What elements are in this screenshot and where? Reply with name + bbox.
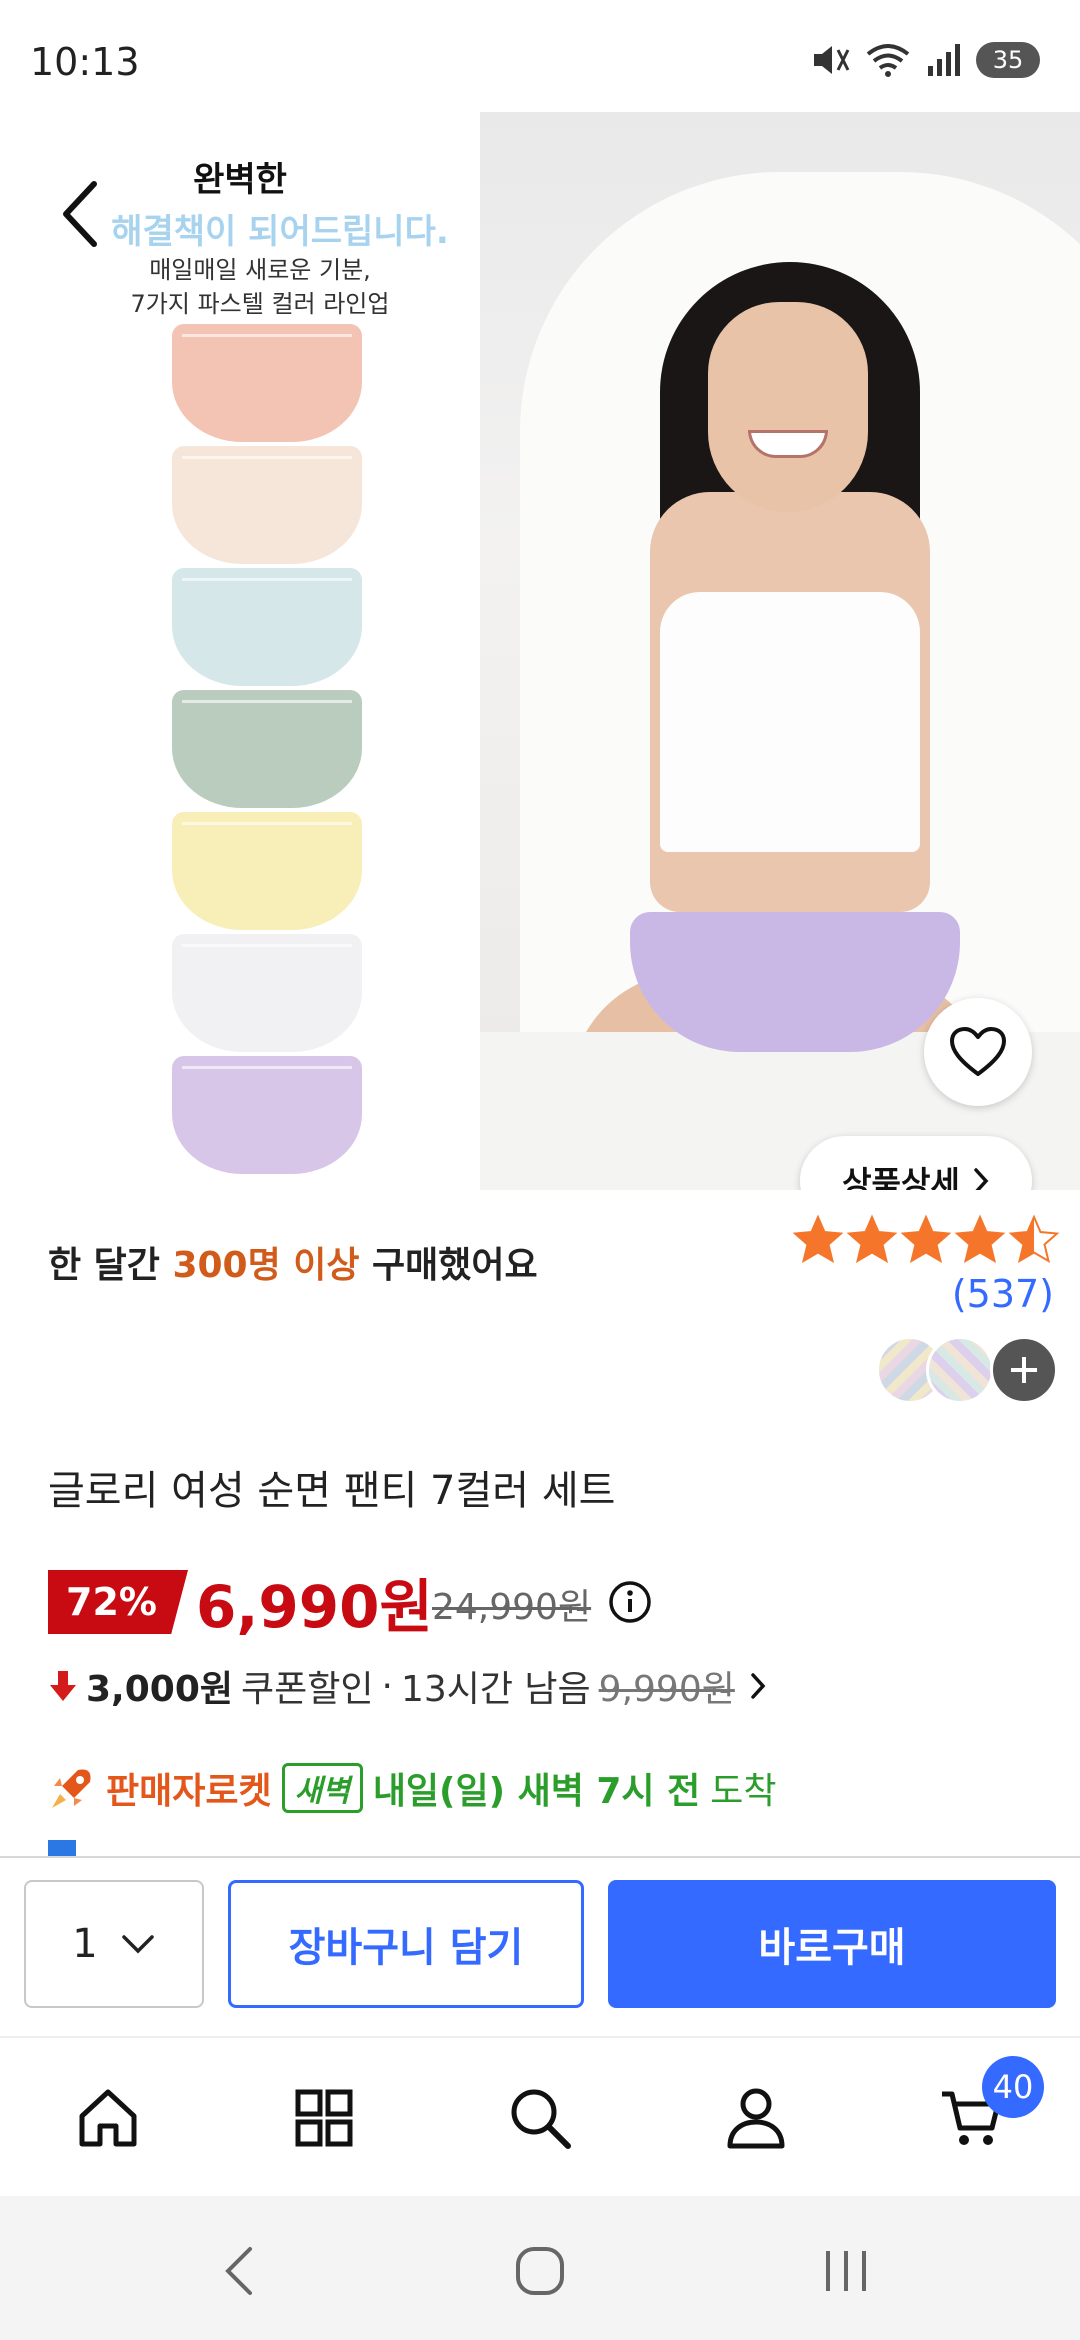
heart-icon — [950, 1027, 1006, 1076]
down-arrow-icon — [50, 1671, 76, 1701]
grid-icon — [295, 2089, 353, 2147]
sale-price: 6,990원 — [196, 1573, 433, 1641]
panty-swatch — [172, 324, 362, 442]
promo-line-1: 매일매일 새로운 기분, — [149, 256, 371, 284]
quantity-value: 1 — [72, 1921, 98, 1967]
original-price: 24,990원 — [432, 1587, 592, 1628]
product-image-carousel[interactable]: 완벽한 해결책이 되어드립니다. 매일매일 새로운 기분, 7가지 파스텔 컬러… — [0, 112, 1080, 1190]
tab-categories[interactable] — [284, 2078, 364, 2158]
quantity-select[interactable]: 1 — [24, 1880, 204, 2008]
home-circle-icon — [516, 2247, 564, 2295]
product-detail-button[interactable]: 상품상세 — [800, 1136, 1032, 1190]
price-info-button[interactable] — [608, 1580, 652, 1628]
star-icon — [792, 1214, 844, 1264]
home-icon — [79, 2089, 137, 2147]
purchase-suffix: 구매했어요 — [359, 1245, 538, 1286]
purchase-highlight: 300명 이상 — [172, 1245, 360, 1286]
user-icon — [727, 2088, 785, 2149]
purchase-count-text: 한 달간 300명 이상 구매했어요 — [48, 1236, 538, 1288]
panty-swatch — [172, 568, 362, 686]
battery-indicator: 35 — [976, 42, 1040, 78]
promo-panel: 완벽한 해결책이 되어드립니다. 매일매일 새로운 기분, 7가지 파스텔 컬러… — [0, 112, 480, 1190]
chevron-right-icon — [751, 1673, 766, 1699]
star-icon — [846, 1214, 898, 1264]
system-back-button[interactable] — [200, 2236, 280, 2306]
star-icon — [1008, 1214, 1060, 1264]
tab-search[interactable] — [500, 2078, 580, 2158]
coupon-price-before: 9,990원 — [598, 1669, 735, 1710]
system-navigation-bar — [0, 2196, 1080, 2340]
promo-subtitle: 해결책이 되어드립니다. — [111, 212, 449, 252]
delivery-row: 판매자로켓 새벽 내일(일) 새벽 7시 전 도착 — [48, 1762, 776, 1814]
discount-badge: 72% — [48, 1570, 188, 1634]
arrival-time: 내일(일) 새벽 7시 전 — [372, 1771, 701, 1812]
review-thumbnail[interactable] — [926, 1336, 994, 1404]
add-to-cart-button[interactable]: 장바구니 담기 — [228, 1880, 584, 2008]
status-bar: 10:13 35 — [0, 0, 1080, 120]
arrival-suffix: 도착 — [710, 1771, 777, 1812]
rocket-icon — [52, 1769, 91, 1808]
tank-top-shape — [660, 592, 920, 852]
lavender-panty-shape — [630, 912, 960, 1052]
info-icon — [609, 1581, 651, 1623]
shipping-info-peek — [48, 1838, 1048, 1858]
panty-swatch — [172, 446, 362, 564]
more-photos-button[interactable] — [990, 1336, 1058, 1404]
wishlist-button[interactable] — [924, 998, 1032, 1106]
purchase-prefix: 한 달간 — [48, 1245, 173, 1286]
panty-swatch — [172, 934, 362, 1052]
panty-swatch — [172, 1056, 362, 1174]
purchase-action-bar: 1 장바구니 담기 바로구매 — [0, 1856, 1080, 2036]
product-detail-label: 상품상세 — [842, 1164, 960, 1190]
star-icon — [900, 1214, 952, 1264]
rating-stars[interactable] — [792, 1214, 1060, 1266]
promo-line-2: 7가지 파스텔 컬러 라인업 — [130, 290, 390, 318]
chevron-left-icon — [63, 181, 97, 247]
star-icon — [954, 1214, 1006, 1264]
recents-icon — [826, 2251, 866, 2291]
coupon-label: 쿠폰할인 — [241, 1669, 374, 1710]
dawn-delivery-badge: 새벽 — [281, 1763, 363, 1813]
system-recents-button[interactable] — [806, 2236, 886, 2306]
signal-icon — [928, 44, 960, 76]
coupon-separator: · — [381, 1665, 393, 1707]
mute-icon — [814, 46, 850, 74]
coupon-time-left: 13시간 남음 — [400, 1669, 591, 1710]
panty-swatch — [172, 690, 362, 808]
seller-rocket-label: 판매자로켓 — [106, 1771, 272, 1812]
review-count-link[interactable]: (537) — [952, 1272, 1054, 1316]
chevron-down-icon — [121, 1935, 154, 1954]
back-button[interactable] — [56, 174, 106, 254]
buy-now-button[interactable]: 바로구매 — [608, 1880, 1056, 2008]
search-icon — [511, 2089, 571, 2149]
product-title: 글로리 여성 순면 팬티 7컬러 세트 — [48, 1468, 616, 1514]
system-home-button[interactable] — [500, 2236, 580, 2306]
bottom-tab-bar — [0, 2036, 1080, 2196]
tab-my-page[interactable] — [716, 2078, 796, 2158]
status-icons: 35 — [810, 42, 1040, 78]
coupon-discount-row[interactable]: 3,000원 쿠폰할인 · 13시간 남음 9,990원 — [48, 1660, 773, 1712]
back-icon — [225, 2247, 252, 2295]
chevron-right-icon — [974, 1168, 989, 1190]
coupon-amount: 3,000원 — [86, 1669, 233, 1710]
plus-icon — [1011, 1357, 1037, 1383]
wifi-icon — [866, 44, 910, 77]
status-time: 10:13 — [30, 40, 140, 84]
panty-swatch — [172, 812, 362, 930]
face-shape — [708, 302, 868, 512]
tab-home[interactable] — [68, 2078, 148, 2158]
cart-count-badge: 40 — [982, 2056, 1044, 2118]
